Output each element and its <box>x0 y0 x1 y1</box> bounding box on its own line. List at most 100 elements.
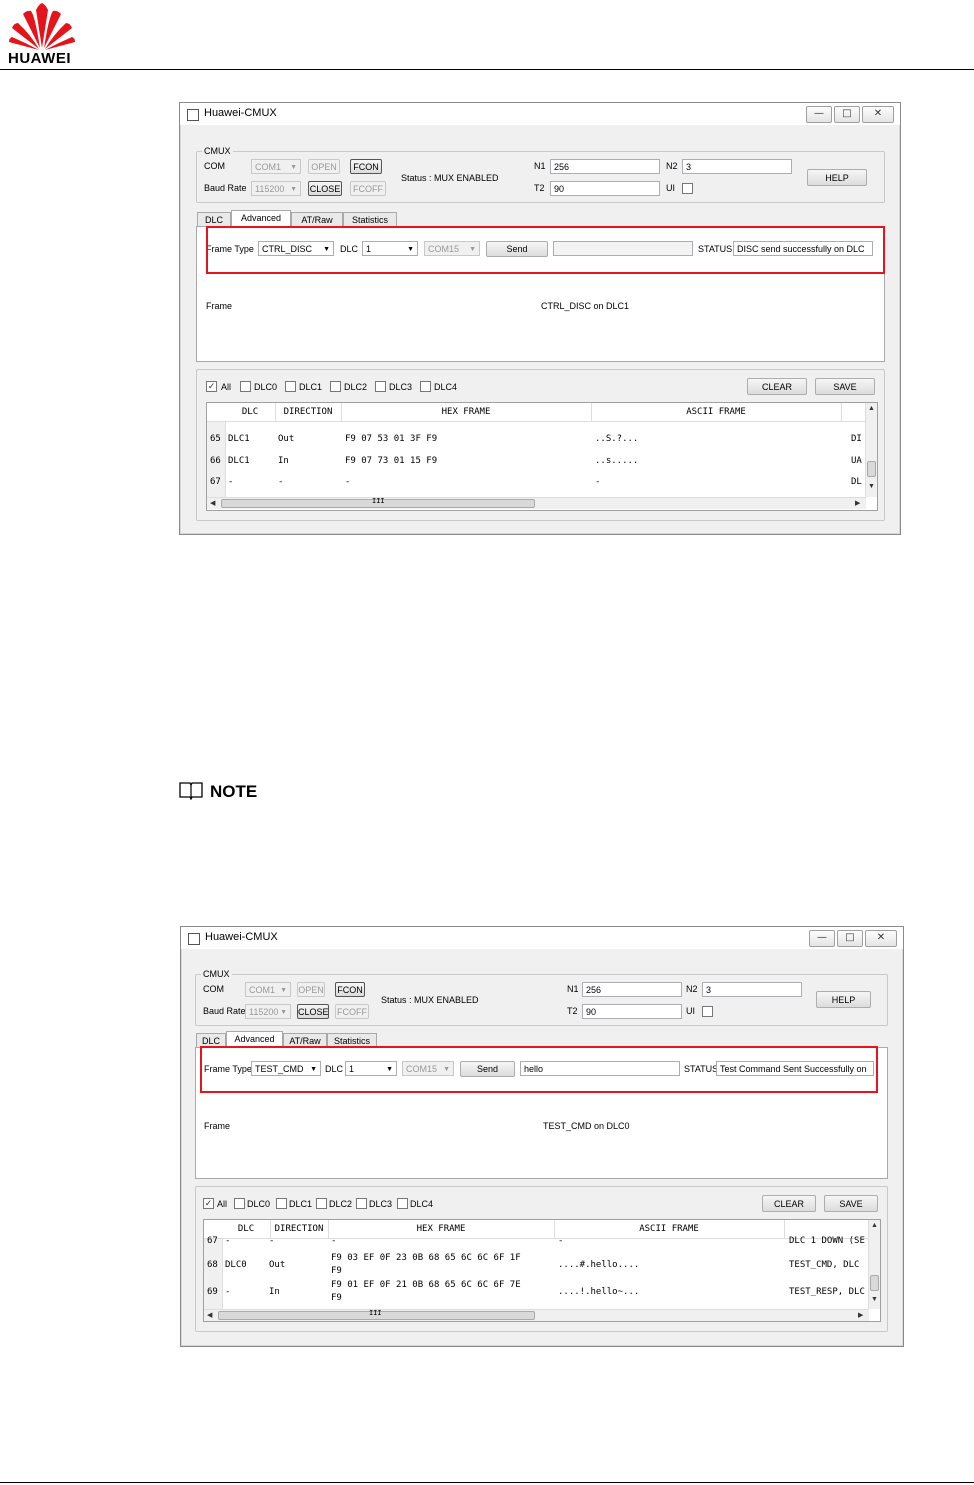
baud-rate-value: 115200 <box>249 1007 279 1017</box>
row-ascii: ....#.hello.... <box>558 1260 640 1270</box>
close-window-button[interactable]: ✕ <box>862 106 894 123</box>
dlc1-checkbox[interactable] <box>285 381 296 392</box>
mux-status-text: Status : MUX ENABLED <box>381 995 479 1005</box>
tab-dlc[interactable]: DLC <box>197 212 231 227</box>
scroll-right-arrow-icon[interactable]: ▶ <box>855 499 860 507</box>
tab-statistics[interactable]: Statistics <box>343 212 397 227</box>
close-port-button[interactable]: CLOSE <box>297 1004 329 1019</box>
row-direction: In <box>278 456 289 466</box>
ui-label: UI <box>686 1006 695 1016</box>
column-header: ASCII FRAME <box>554 1220 785 1238</box>
row-direction: - <box>278 477 284 487</box>
fcoff-button[interactable]: FCOFF <box>350 181 386 196</box>
ui-checkbox[interactable] <box>702 1006 713 1017</box>
frame-label: Frame <box>204 1121 231 1131</box>
dlc2-checkbox[interactable] <box>330 381 341 392</box>
com-select[interactable]: COM1 ▼ <box>245 982 291 997</box>
dlc4-checkbox[interactable] <box>420 381 431 392</box>
frame-log-table: DLC DIRECTION HEX FRAME ASCII FRAME 67 -… <box>203 1219 881 1322</box>
all-checkbox[interactable]: ✓ <box>206 381 217 392</box>
minimize-button[interactable]: — <box>809 930 835 947</box>
row-ascii: ..s..... <box>595 456 639 466</box>
scroll-up-arrow-icon[interactable]: ▲ <box>871 1222 878 1229</box>
minimize-button[interactable]: — <box>806 106 832 123</box>
n2-label: N2 <box>666 161 678 171</box>
n2-input[interactable]: 3 <box>702 982 802 997</box>
help-button[interactable]: HELP <box>807 169 867 186</box>
horizontal-scrollbar[interactable]: ◀ III ▶ <box>204 1309 869 1321</box>
help-button[interactable]: HELP <box>816 991 871 1008</box>
row-ascii: ..S.?... <box>595 434 639 444</box>
row-description: TEST_RESP, DLC <box>789 1287 865 1297</box>
n2-input[interactable]: 3 <box>682 159 792 174</box>
n1-input[interactable]: 256 <box>582 982 682 997</box>
chevron-down-icon: ▼ <box>280 1009 287 1016</box>
com-label: COM <box>204 161 225 171</box>
scroll-up-arrow-icon[interactable]: ▲ <box>868 405 875 412</box>
close-window-button[interactable]: ✕ <box>865 930 897 947</box>
com-value: COM1 <box>249 985 276 995</box>
horizontal-scrollbar[interactable]: ◀ III ▶ <box>207 497 866 509</box>
t2-input[interactable]: 90 <box>550 181 660 196</box>
tab-advanced[interactable]: Advanced <box>231 210 291 227</box>
dlc0-checkbox[interactable] <box>234 1198 245 1209</box>
vertical-scroll-thumb[interactable] <box>867 461 876 477</box>
baud-rate-label: Baud Rate <box>203 1006 246 1016</box>
maximize-button[interactable]: □ <box>837 930 863 947</box>
close-port-button[interactable]: CLOSE <box>308 181 342 196</box>
all-checkbox[interactable]: ✓ <box>203 1198 214 1209</box>
app-icon <box>187 109 199 121</box>
save-button[interactable]: SAVE <box>815 378 875 395</box>
row-hex: F9 07 73 01 15 F9 <box>345 456 438 466</box>
open-button[interactable]: OPEN <box>308 159 340 174</box>
row-hex: - <box>331 1236 337 1246</box>
scroll-down-arrow-icon[interactable]: ▼ <box>868 483 875 490</box>
column-header: DIRECTION <box>275 403 342 421</box>
title-bar: Huawei-CMUX — □ ✕ <box>181 927 903 949</box>
tab-at-raw[interactable]: AT/Raw <box>291 212 343 227</box>
com-select[interactable]: COM1 ▼ <box>251 159 301 174</box>
header-divider <box>0 69 974 70</box>
row-number-gutter <box>204 1239 223 1309</box>
scroll-right-arrow-icon[interactable]: ▶ <box>858 1311 863 1319</box>
dlc4-checkbox[interactable] <box>397 1198 408 1209</box>
n1-label: N1 <box>567 984 579 994</box>
table-header: DLC DIRECTION HEX FRAME ASCII FRAME <box>204 1220 869 1239</box>
chevron-down-icon: ▼ <box>290 164 297 171</box>
frame-value: TEST_CMD on DLC0 <box>543 1121 630 1131</box>
clear-button[interactable]: CLEAR <box>762 1195 816 1212</box>
vertical-scrollbar[interactable]: ▲ ▼ <box>868 1220 880 1309</box>
fcon-button[interactable]: FCON <box>350 159 382 174</box>
row-number: 65 <box>210 434 221 444</box>
frame-log-table: DLC DIRECTION HEX FRAME ASCII FRAME 65 D… <box>206 402 878 511</box>
baud-rate-label: Baud Rate <box>204 183 247 193</box>
dlc3-label: DLC3 <box>369 1199 393 1209</box>
vertical-scrollbar[interactable]: ▲ ▼ <box>865 403 877 497</box>
clear-button[interactable]: CLEAR <box>747 378 807 395</box>
fcoff-button[interactable]: FCOFF <box>335 1004 369 1019</box>
dlc2-checkbox[interactable] <box>316 1198 327 1209</box>
dlc3-checkbox[interactable] <box>356 1198 367 1209</box>
scroll-left-arrow-icon[interactable]: ◀ <box>210 499 215 507</box>
row-dlc: - <box>228 477 234 487</box>
baud-rate-select[interactable]: 115200 ▼ <box>245 1004 291 1019</box>
open-button[interactable]: OPEN <box>297 982 325 997</box>
row-ascii: - <box>558 1236 564 1246</box>
fcon-button[interactable]: FCON <box>335 982 365 997</box>
scroll-down-arrow-icon[interactable]: ▼ <box>871 1296 878 1303</box>
dlc3-checkbox[interactable] <box>375 381 386 392</box>
column-header: HEX FRAME <box>341 403 592 421</box>
scroll-left-arrow-icon[interactable]: ◀ <box>207 1311 212 1319</box>
ui-checkbox[interactable] <box>682 183 693 194</box>
save-button[interactable]: SAVE <box>824 1195 878 1212</box>
vertical-scroll-thumb[interactable] <box>870 1275 879 1291</box>
dlc0-label: DLC0 <box>247 1199 271 1209</box>
row-dlc: - <box>225 1287 231 1297</box>
baud-rate-select[interactable]: 115200 ▼ <box>251 181 301 196</box>
t2-input[interactable]: 90 <box>582 1004 682 1019</box>
row-direction: Out <box>269 1260 286 1270</box>
maximize-button[interactable]: □ <box>834 106 860 123</box>
n1-input[interactable]: 256 <box>550 159 660 174</box>
dlc0-checkbox[interactable] <box>240 381 251 392</box>
dlc1-checkbox[interactable] <box>276 1198 287 1209</box>
